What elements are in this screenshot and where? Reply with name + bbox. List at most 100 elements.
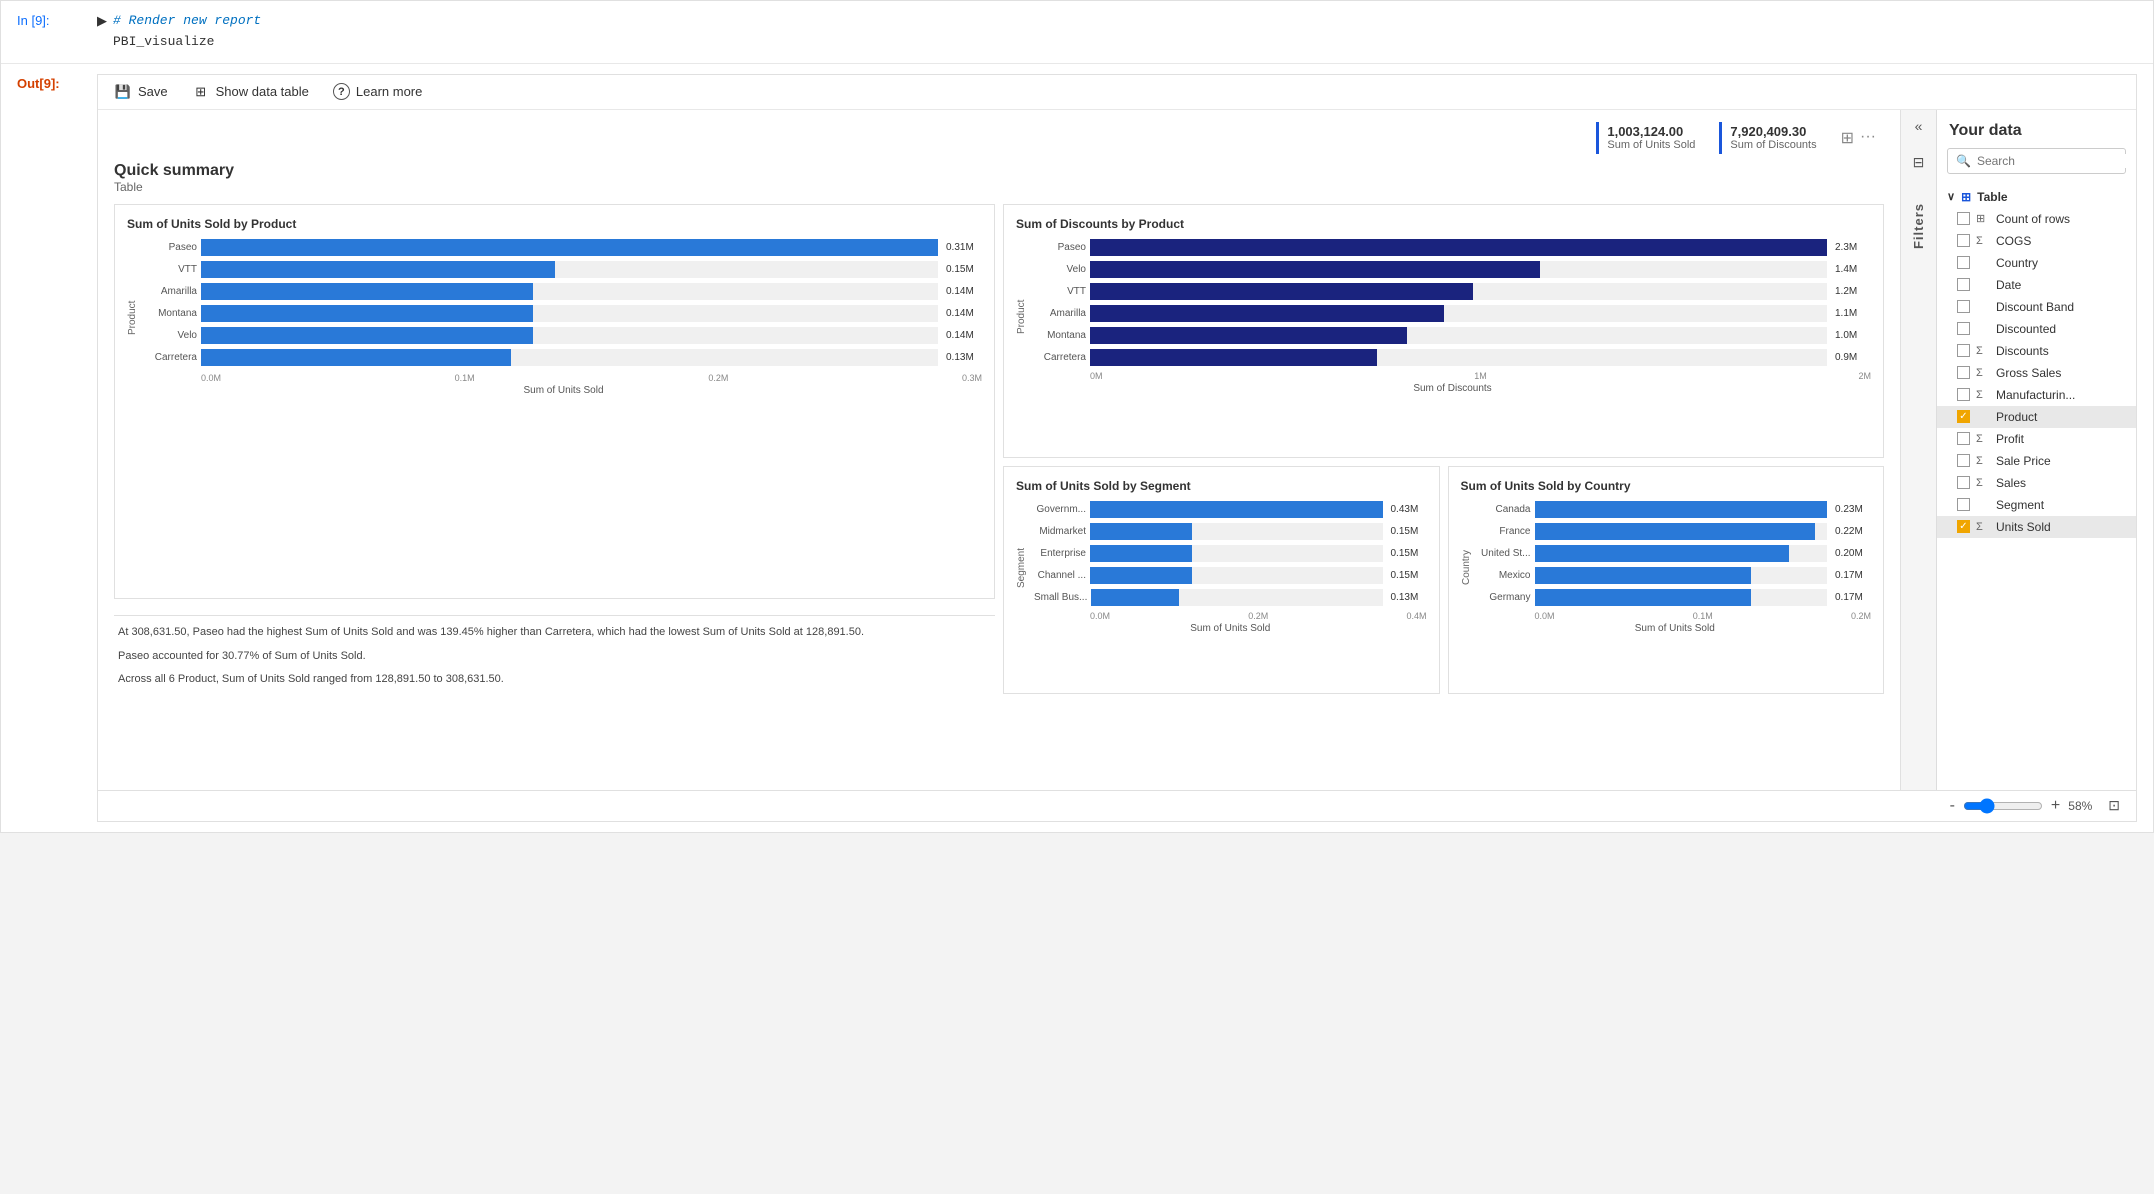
chart2-title: Sum of Discounts by Product: [1016, 217, 1871, 231]
sidebar-item-units-sold[interactable]: ✓ΣUnits Sold: [1937, 516, 2136, 538]
chart-units-country: Sum of Units Sold by Country Country Can…: [1448, 466, 1885, 694]
cell-input-label: In [9]:: [17, 11, 97, 28]
sidebar-item-sales[interactable]: ΣSales: [1937, 472, 2136, 494]
item-label-discount-band: Discount Band: [1996, 300, 2074, 314]
checkbox-cogs[interactable]: [1957, 234, 1970, 247]
tree-expand-icon: ∨: [1947, 190, 1955, 203]
zoom-level: 58%: [2068, 799, 2100, 813]
chart-units-segment: Sum of Units Sold by Segment Segment Gov…: [1003, 466, 1440, 694]
stat-discounts: 7,920,409.30 Sum of Discounts: [1719, 122, 1816, 154]
filters-label: Filters: [1911, 203, 1926, 249]
save-button[interactable]: 💾 Save: [114, 83, 168, 101]
checkbox-manufacturing[interactable]: [1957, 388, 1970, 401]
chart4-x-axis: Sum of Units Sold: [1479, 623, 1872, 634]
sidebar-items-list: ⊞Count of rowsΣCOGS Country Date Discount B…: [1937, 208, 2136, 538]
save-icon: 💾: [114, 83, 132, 101]
filter-icon[interactable]: ⊟: [1913, 154, 1925, 171]
tree-table-icon: ⊞: [1961, 190, 1971, 204]
cell-output-label: Out[9]:: [17, 74, 97, 91]
zoom-plus-button[interactable]: +: [2051, 797, 2060, 815]
checkbox-units-sold[interactable]: ✓: [1957, 520, 1970, 533]
code-function: PBI_visualize: [113, 34, 214, 49]
item-label-product: Product: [1996, 410, 2037, 424]
search-icon: 🔍: [1956, 154, 1971, 168]
data-tree: ∨ ⊞ Table ⊞Count of rowsΣCOGSCountryDate…: [1937, 182, 2136, 790]
search-input[interactable]: [1977, 154, 2132, 168]
sidebar-item-profit[interactable]: ΣProfit: [1937, 428, 2136, 450]
zoom-minus-button[interactable]: -: [1950, 797, 1955, 815]
show-data-table-button[interactable]: ⊞ Show data table: [192, 83, 309, 101]
sidebar-item-segment[interactable]: Segment: [1937, 494, 2136, 516]
chart1-x-axis: Sum of Units Sold: [145, 385, 982, 396]
chart4-y-axis: Country: [1461, 501, 1475, 634]
sidebar-item-cogs[interactable]: ΣCOGS: [1937, 230, 2136, 252]
chart3-y-axis: Segment: [1016, 501, 1030, 634]
tree-table-parent[interactable]: ∨ ⊞ Table: [1937, 186, 2136, 208]
sidebar-item-manufacturing[interactable]: ΣManufacturin...: [1937, 384, 2136, 406]
sidebar-item-count-rows[interactable]: ⊞Count of rows: [1937, 208, 2136, 230]
table-icon: ⊞: [192, 83, 210, 101]
checkbox-gross-sales[interactable]: [1957, 366, 1970, 379]
text-summary: At 308,631.50, Paseo had the highest Sum…: [114, 615, 995, 693]
item-label-date: Date: [1996, 278, 2021, 292]
item-label-cogs: COGS: [1996, 234, 2031, 248]
your-data-sidebar: Your data 🔍 ∨ ⊞ Table: [1936, 110, 2136, 790]
chart1-y-axis: Product: [127, 239, 141, 396]
checkbox-discount-band[interactable]: [1957, 300, 1970, 313]
chart3-title: Sum of Units Sold by Segment: [1016, 479, 1427, 493]
item-label-count-rows: Count of rows: [1996, 212, 2070, 226]
sidebar-item-discount-band[interactable]: Discount Band: [1937, 296, 2136, 318]
stat-bar-1: [1596, 122, 1599, 154]
item-label-discounts: Discounts: [1996, 344, 2049, 358]
sidebar-item-discounts[interactable]: ΣDiscounts: [1937, 340, 2136, 362]
chart2-y-axis: Product: [1016, 239, 1030, 394]
stat-units-sold: 1,003,124.00 Sum of Units Sold: [1596, 122, 1695, 154]
item-label-country: Country: [1996, 256, 2038, 270]
checkbox-country[interactable]: [1957, 256, 1970, 269]
learn-more-label: Learn more: [356, 84, 422, 99]
sidebar-item-discounted[interactable]: Discounted: [1937, 318, 2136, 340]
stat1-value: 1,003,124.00: [1607, 124, 1695, 139]
sidebar-item-gross-sales[interactable]: ΣGross Sales: [1937, 362, 2136, 384]
checkbox-segment[interactable]: [1957, 498, 1970, 511]
chart2-x-axis: Sum of Discounts: [1034, 383, 1871, 394]
tree-table-label: Table: [1977, 190, 2007, 204]
sidebar-item-date[interactable]: Date: [1937, 274, 2136, 296]
item-label-units-sold: Units Sold: [1996, 520, 2051, 534]
item-label-discounted: Discounted: [1996, 322, 2056, 336]
item-label-gross-sales: Gross Sales: [1996, 366, 2061, 380]
zoom-slider[interactable]: [1963, 798, 2043, 814]
chart-type-icon[interactable]: ⊞: [1841, 128, 1854, 148]
fit-page-icon[interactable]: ⊡: [2108, 797, 2120, 814]
code-comment: # Render new report: [113, 13, 261, 28]
more-options-icon[interactable]: ···: [1860, 128, 1876, 148]
help-icon: ?: [333, 83, 350, 100]
search-box[interactable]: 🔍: [1947, 148, 2126, 174]
item-label-profit: Profit: [1996, 432, 2024, 446]
checkbox-product[interactable]: ✓: [1957, 410, 1970, 423]
item-label-segment: Segment: [1996, 498, 2044, 512]
sidebar-item-sale-price[interactable]: ΣSale Price: [1937, 450, 2136, 472]
sidebar-title: Your data: [1937, 110, 2136, 148]
checkbox-sale-price[interactable]: [1957, 454, 1970, 467]
summary-line3: Across all 6 Product, Sum of Units Sold …: [118, 671, 991, 688]
zoom-bar: - + 58% ⊡: [98, 790, 2136, 821]
checkbox-sales[interactable]: [1957, 476, 1970, 489]
run-button[interactable]: ▶: [97, 13, 107, 29]
summary-line2: Paseo accounted for 30.77% of Sum of Uni…: [118, 648, 991, 665]
checkbox-count-rows[interactable]: [1957, 212, 1970, 225]
checkbox-discounted[interactable]: [1957, 322, 1970, 335]
sidebar-item-country[interactable]: Country: [1937, 252, 2136, 274]
item-label-manufacturing: Manufacturin...: [1996, 388, 2075, 402]
learn-more-button[interactable]: ? Learn more: [333, 83, 422, 100]
chart1-title: Sum of Units Sold by Product: [127, 217, 982, 231]
chart4-title: Sum of Units Sold by Country: [1461, 479, 1872, 493]
checkbox-profit[interactable]: [1957, 432, 1970, 445]
chart-options[interactable]: ⊞ ···: [1841, 128, 1876, 148]
chart-units-sold-product: Sum of Units Sold by Product Product Pas…: [114, 204, 995, 600]
checkbox-date[interactable]: [1957, 278, 1970, 291]
checkbox-discounts[interactable]: [1957, 344, 1970, 357]
sidebar-item-product[interactable]: ✓ Product: [1937, 406, 2136, 428]
chart3-x-axis: Sum of Units Sold: [1034, 623, 1427, 634]
collapse-panel-icon[interactable]: «: [1915, 118, 1923, 134]
